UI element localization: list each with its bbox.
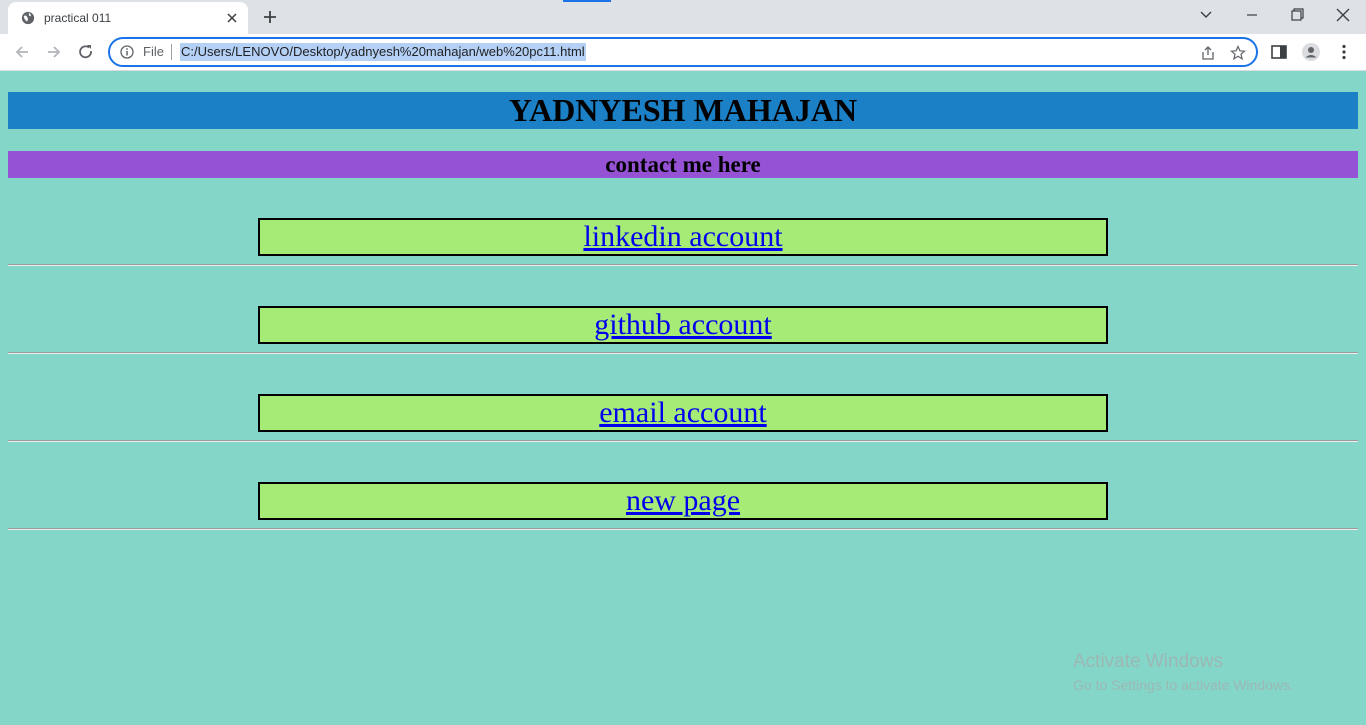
share-icon[interactable] xyxy=(1200,45,1216,61)
profile-icon[interactable] xyxy=(1301,42,1321,62)
linkedin-link[interactable]: linkedin account xyxy=(583,220,782,253)
page-title: YADNYESH MAHAJAN xyxy=(508,92,858,128)
new-page-link[interactable]: new page xyxy=(626,484,740,517)
tab-strip: practical 011 xyxy=(0,0,1366,34)
link-box-linkedin: linkedin account xyxy=(258,218,1108,256)
github-link[interactable]: github account xyxy=(594,308,771,341)
divider xyxy=(8,264,1358,266)
tab-accent-indicator xyxy=(563,0,611,2)
link-box-new-page: new page xyxy=(258,482,1108,520)
link-box-github: github account xyxy=(258,306,1108,344)
side-panel-icon[interactable] xyxy=(1269,42,1289,62)
subtitle-banner: contact me here xyxy=(8,151,1358,178)
more-vert-icon[interactable] xyxy=(1334,42,1354,62)
tab-title: practical 011 xyxy=(44,11,112,25)
browser-tab[interactable]: practical 011 xyxy=(8,2,248,34)
divider xyxy=(8,528,1358,530)
url-text[interactable]: C:/Users/LENOVO/Desktop/yadnyesh%20mahaj… xyxy=(180,43,586,61)
reload-icon[interactable] xyxy=(76,42,96,62)
page-subtitle: contact me here xyxy=(605,152,761,177)
plus-icon[interactable] xyxy=(260,7,280,27)
divider xyxy=(8,440,1358,442)
chevron-down-icon[interactable] xyxy=(1196,6,1216,24)
page-content: YADNYESH MAHAJAN contact me here linkedi… xyxy=(0,71,1366,725)
divider xyxy=(8,352,1358,354)
omnibox-divider xyxy=(171,44,172,60)
forward-arrow-icon[interactable] xyxy=(44,42,64,62)
info-icon[interactable] xyxy=(120,45,134,59)
activate-windows-hint: Go to Settings to activate Windows. xyxy=(1073,677,1294,693)
address-bar[interactable]: File C:/Users/LENOVO/Desktop/yadnyesh%20… xyxy=(108,37,1258,67)
link-box-email: email account xyxy=(258,394,1108,432)
globe-icon xyxy=(21,11,35,25)
minimize-icon[interactable] xyxy=(1242,6,1262,24)
restore-icon[interactable] xyxy=(1287,6,1307,24)
star-icon[interactable] xyxy=(1230,45,1246,61)
scheme-label: File xyxy=(143,44,164,59)
email-link[interactable]: email account xyxy=(599,396,766,429)
back-arrow-icon[interactable] xyxy=(12,42,32,62)
browser-toolbar: File C:/Users/LENOVO/Desktop/yadnyesh%20… xyxy=(0,34,1366,71)
close-icon[interactable] xyxy=(224,10,240,26)
activate-windows-title: Activate Windows xyxy=(1073,651,1223,672)
title-banner: YADNYESH MAHAJAN xyxy=(8,92,1358,129)
close-window-icon[interactable] xyxy=(1333,6,1353,24)
